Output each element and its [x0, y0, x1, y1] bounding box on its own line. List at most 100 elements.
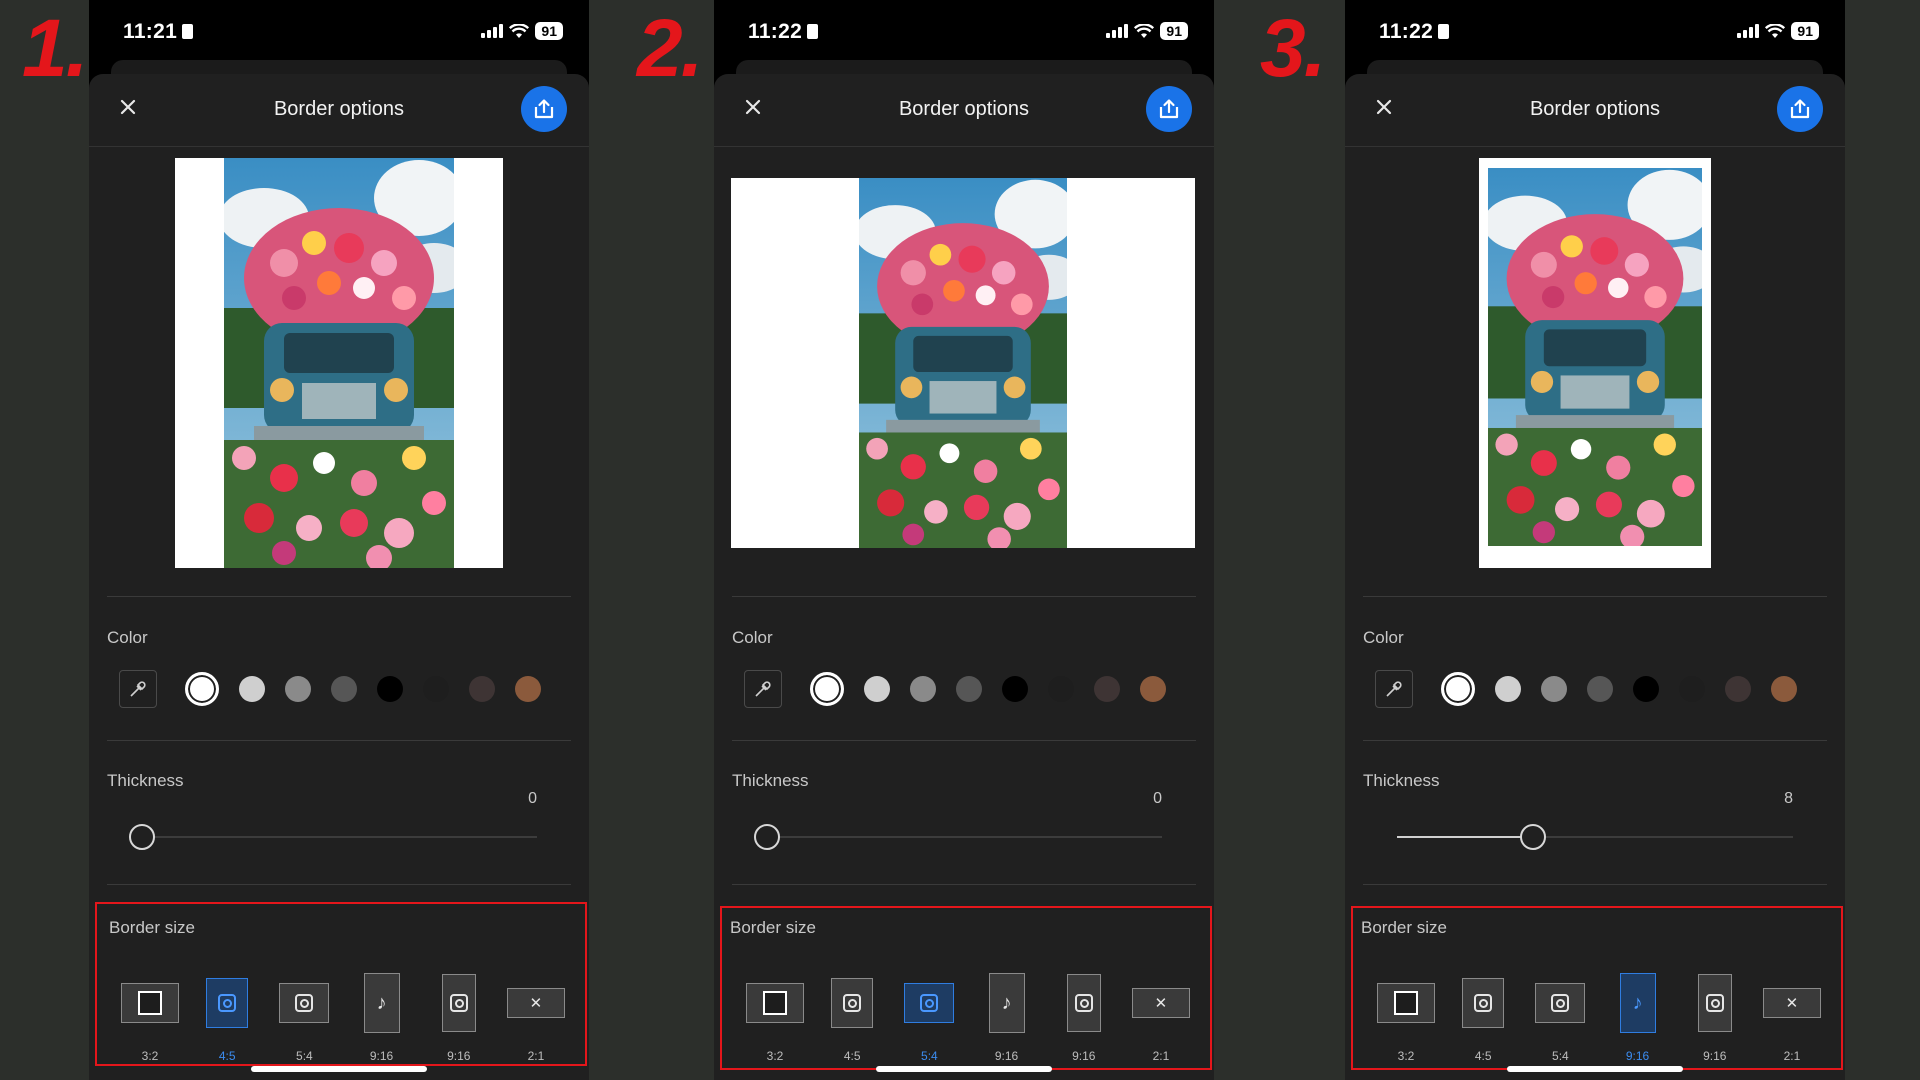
divider — [107, 740, 571, 741]
border-size-highlight: Border size 3:2 4:5 5:4 ♪ 9:16 9:16 ✕ 2:1 — [1351, 906, 1843, 1070]
border-size-option[interactable]: ♪ 9:16 — [972, 964, 1042, 1063]
color-swatch-near-black[interactable] — [1679, 676, 1705, 702]
divider — [732, 740, 1196, 741]
color-swatch-dark-gray[interactable] — [956, 676, 982, 702]
border-size-option[interactable]: 3:2 — [1371, 964, 1441, 1063]
eyedropper-icon — [130, 681, 146, 697]
instagram-icon — [904, 983, 955, 1023]
border-size-option[interactable]: ♪ 9:16 — [347, 964, 417, 1063]
border-size-option[interactable]: 4:5 — [1448, 964, 1518, 1063]
border-size-option[interactable]: 9:16 — [424, 964, 494, 1063]
home-indicator — [251, 1066, 427, 1072]
border-size-option[interactable]: 4:5 — [817, 964, 887, 1063]
color-swatch-gray[interactable] — [285, 676, 311, 702]
color-swatch-light-gray[interactable] — [239, 676, 265, 702]
divider — [107, 884, 571, 885]
color-swatch-black[interactable] — [1002, 676, 1028, 702]
border-size-options: 3:2 4:5 5:4 ♪ 9:16 9:16 ✕ 2:1 — [740, 964, 1196, 1063]
x-icon: ✕ — [1131, 988, 1190, 1018]
slider-fill — [1397, 836, 1532, 838]
color-swatch-black[interactable] — [1633, 676, 1659, 702]
border-size-option[interactable]: 4:5 — [192, 964, 262, 1063]
color-swatch-near-black[interactable] — [1048, 676, 1074, 702]
slider-thumb[interactable] — [754, 824, 780, 850]
instagram-icon — [1697, 974, 1732, 1032]
border-size-option[interactable]: 9:16 — [1049, 964, 1119, 1063]
status-icons: 91 — [1737, 22, 1819, 40]
border-size-option[interactable]: 3:2 — [740, 964, 810, 1063]
border-size-option[interactable]: 9:16 — [1680, 964, 1750, 1063]
border-size-highlight: Border size 3:2 4:5 5:4 ♪ 9:16 9:16 ✕ 2:1 — [720, 906, 1212, 1070]
flower-truck-photo — [1488, 168, 1702, 546]
status-icons: 91 — [1106, 22, 1188, 40]
color-swatch-white[interactable] — [185, 672, 219, 706]
export-button[interactable] — [1777, 86, 1823, 132]
square-frame-icon — [1377, 983, 1435, 1023]
eyedropper-button[interactable] — [744, 670, 782, 708]
color-swatch-gray[interactable] — [1541, 676, 1567, 702]
border-size-option[interactable]: 3:2 — [115, 964, 185, 1063]
color-swatch-gray[interactable] — [910, 676, 936, 702]
eyedropper-button[interactable] — [1375, 670, 1413, 708]
color-swatch-white[interactable] — [810, 672, 844, 706]
eyedropper-button[interactable] — [119, 670, 157, 708]
color-swatch-black[interactable] — [377, 676, 403, 702]
phone-screen-1: 11:21 91 Border options Color Thickness … — [89, 0, 589, 1080]
color-swatch-near-black[interactable] — [423, 676, 449, 702]
export-button[interactable] — [521, 86, 567, 132]
border-size-option[interactable]: 5:4 — [894, 964, 964, 1063]
frame-glyph — [138, 991, 162, 1015]
border-size-option[interactable]: 5:4 — [269, 964, 339, 1063]
instagram-icon — [206, 978, 249, 1028]
photo-preview — [859, 178, 1067, 548]
thickness-slider[interactable] — [129, 824, 537, 850]
color-swatch-row — [1375, 669, 1845, 709]
thickness-slider[interactable] — [754, 824, 1162, 850]
color-swatch-dark-brown[interactable] — [469, 676, 495, 702]
color-swatch-brown[interactable] — [1771, 676, 1797, 702]
instagram-glyph — [1074, 994, 1093, 1012]
border-size-option-label: 3:2 — [766, 1049, 784, 1063]
color-swatch-brown[interactable] — [1140, 676, 1166, 702]
border-size-option-label: 5:4 — [1552, 1049, 1569, 1063]
color-swatch-light-gray[interactable] — [1495, 676, 1521, 702]
color-swatch-brown[interactable] — [515, 676, 541, 702]
color-swatch-dark-gray[interactable] — [1587, 676, 1613, 702]
eyedropper-icon — [755, 681, 771, 697]
border-size-option[interactable]: ♪ 9:16 — [1603, 964, 1673, 1063]
x-glyph: ✕ — [1785, 995, 1799, 1012]
color-swatch-dark-brown[interactable] — [1725, 676, 1751, 702]
status-bar: 11:22 91 — [714, 0, 1214, 62]
border-size-option[interactable]: ✕ 2:1 — [501, 964, 571, 1063]
export-button[interactable] — [1146, 86, 1192, 132]
color-swatch-light-gray[interactable] — [864, 676, 890, 702]
comparison-canvas: 1. 2. 3. 11:21 91 Border options Color T… — [0, 0, 1920, 1080]
instagram-glyph — [920, 994, 939, 1012]
instagram-glyph — [1705, 994, 1724, 1012]
border-size-option[interactable]: 5:4 — [1525, 964, 1595, 1063]
flower-truck-photo — [224, 158, 454, 568]
border-size-option-label: 9:16 — [1625, 1049, 1650, 1063]
color-swatch-white[interactable] — [1441, 672, 1475, 706]
border-options-sheet: Border options — [89, 74, 589, 1080]
slider-thumb[interactable] — [1519, 824, 1546, 850]
border-size-option[interactable]: ✕ 2:1 — [1757, 964, 1827, 1063]
sheet-title: Border options — [1529, 98, 1661, 120]
color-swatch-dark-brown[interactable] — [1094, 676, 1120, 702]
divider — [1363, 596, 1827, 597]
square-frame-icon — [121, 983, 179, 1023]
preview-area — [1345, 148, 1845, 568]
color-swatch-dark-gray[interactable] — [331, 676, 357, 702]
border-size-option-label: 9:16 — [1072, 1049, 1096, 1063]
battery-icon: 91 — [535, 22, 563, 40]
thickness-label: Thickness — [732, 771, 809, 790]
border-size-options: 3:2 4:5 5:4 ♪ 9:16 9:16 ✕ 2:1 — [115, 964, 571, 1063]
signal-icon — [1106, 24, 1129, 38]
signal-icon — [1737, 24, 1760, 38]
wifi-icon — [1134, 23, 1155, 38]
thickness-slider[interactable] — [1397, 824, 1793, 850]
border-size-option[interactable]: ✕ 2:1 — [1126, 964, 1196, 1063]
border-size-option-label: 4:5 — [218, 1049, 236, 1063]
x-icon: ✕ — [506, 988, 565, 1018]
slider-thumb[interactable] — [129, 824, 155, 850]
